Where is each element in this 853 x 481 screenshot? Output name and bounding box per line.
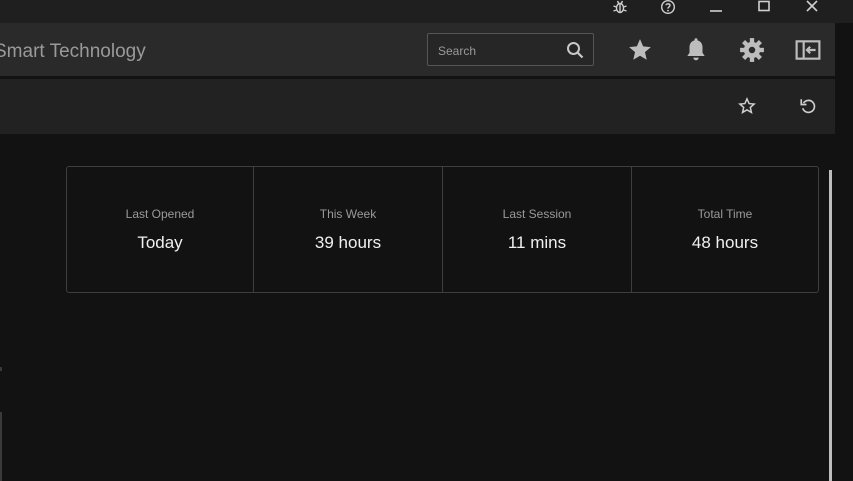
left-panel-edge — [0, 367, 2, 371]
star-icon[interactable] — [626, 36, 654, 64]
stat-last-opened: Last Opened Today — [67, 167, 254, 292]
usage-stats-panel: Last Opened Today This Week 39 hours Las… — [66, 166, 819, 293]
help-icon[interactable] — [657, 0, 679, 14]
stat-label: This Week — [319, 207, 377, 221]
stat-value: 48 hours — [691, 233, 759, 252]
stat-label: Last Opened — [125, 207, 195, 221]
stat-value: 39 hours — [314, 233, 382, 252]
stat-this-week: This Week 39 hours — [254, 167, 443, 292]
left-panel-border — [0, 412, 2, 481]
stat-total-time: Total Time 48 hours — [632, 167, 818, 292]
gear-icon[interactable] — [738, 36, 766, 64]
maximize-icon[interactable] — [754, 0, 774, 14]
refresh-icon[interactable] — [797, 95, 819, 117]
bell-icon[interactable] — [682, 36, 710, 64]
search-icon[interactable] — [566, 41, 584, 64]
window-right-edge — [835, 23, 853, 481]
minimize-icon[interactable] — [706, 0, 726, 14]
stat-label: Last Session — [502, 207, 572, 221]
stat-value: Today — [137, 233, 183, 252]
sub-toolbar — [0, 79, 835, 134]
search-box[interactable] — [427, 33, 594, 67]
star-outline-icon[interactable] — [736, 95, 758, 117]
search-input[interactable] — [436, 34, 560, 67]
stat-label: Total Time — [697, 207, 753, 221]
bug-icon[interactable] — [610, 0, 630, 14]
stat-last-session: Last Session 11 mins — [443, 167, 632, 292]
sidebar-panel-icon[interactable] — [794, 36, 822, 64]
close-icon[interactable] — [802, 0, 822, 14]
app-title: Smart Technology — [0, 41, 146, 62]
stat-value: 11 mins — [507, 233, 567, 252]
vertical-scrollbar[interactable] — [829, 170, 832, 481]
